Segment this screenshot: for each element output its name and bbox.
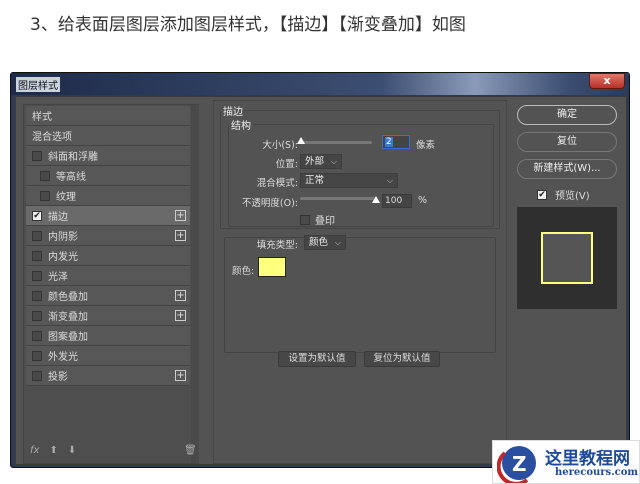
dialog-title: 图层样式 [16, 77, 60, 92]
check-icon[interactable]: ✔ [32, 210, 42, 221]
style-item-label: 样式 [32, 112, 52, 123]
close-button[interactable]: x [589, 73, 625, 89]
logo-url: herecours.com [555, 467, 639, 478]
move-up-icon[interactable]: ⬆ [49, 445, 57, 456]
position-select[interactable]: 外部 ⌵ [300, 154, 342, 169]
opacity-slider-thumb[interactable] [372, 196, 380, 203]
checkbox[interactable] [300, 214, 310, 225]
style-item-label: 斜面和浮雕 [48, 152, 98, 163]
style-item-label: 描边 [48, 212, 68, 223]
checkbox[interactable] [32, 290, 42, 301]
style-item[interactable]: 投影 + [26, 366, 190, 386]
scrollbar[interactable] [191, 105, 199, 463]
overprint-checkbox[interactable]: 叠印 [300, 212, 335, 227]
stroke-settings: 描边 结构 大小(S): 2 像素 位置: 外部 ⌵ 混合模式: 正常 ⌵ 不透明度… [213, 100, 507, 464]
style-item-label: 渐变叠加 [48, 312, 88, 323]
blend-mode-select[interactable]: 正常 ⌵ [300, 173, 398, 188]
style-item[interactable]: 样式 [26, 106, 190, 126]
reset-default-button[interactable]: 复位为默认值 [364, 351, 440, 367]
style-item[interactable]: 渐变叠加 + [26, 306, 190, 326]
color-label: 颜色: [232, 266, 255, 277]
style-item-label: 外发光 [48, 352, 78, 363]
size-slider-thumb[interactable] [296, 137, 305, 144]
ok-button[interactable]: 确定 [517, 105, 617, 125]
style-item-label: 投影 [48, 372, 68, 383]
style-item[interactable]: 斜面和浮雕 [26, 146, 190, 166]
add-icon[interactable]: + [175, 210, 186, 221]
style-item[interactable]: 内阴影 + [26, 226, 190, 246]
opacity-unit: % [418, 195, 428, 206]
style-item-label: 图案叠加 [48, 332, 88, 343]
style-item-label: 等高线 [56, 172, 86, 183]
checkbox[interactable] [32, 310, 42, 321]
fill-group [224, 237, 496, 353]
style-item[interactable]: ✔ 描边 + [26, 206, 190, 226]
style-item[interactable]: 外发光 [26, 346, 190, 366]
style-item-label: 内发光 [48, 252, 78, 263]
style-item-label: 光泽 [48, 272, 68, 283]
color-swatch[interactable] [258, 257, 286, 277]
fx-icon[interactable]: fx [30, 445, 39, 456]
add-icon[interactable]: + [175, 230, 186, 241]
style-item[interactable]: 颜色叠加 + [26, 286, 190, 306]
checkbox[interactable] [32, 250, 42, 261]
position-label: 位置: [275, 159, 298, 170]
opacity-slider[interactable] [300, 197, 376, 200]
move-down-icon[interactable]: ⬇ [68, 445, 76, 456]
structure-legend: 结构 [231, 121, 251, 132]
style-item[interactable]: 光泽 [26, 266, 190, 286]
size-label: 大小(S): [262, 140, 298, 151]
fill-type-label: 填充类型: [256, 240, 298, 251]
add-icon[interactable]: + [175, 370, 186, 381]
watermark-logo: Z 这里教程网 herecours.com [492, 440, 640, 484]
checkbox[interactable] [40, 170, 50, 181]
caption: 3、给表面层图层添加图层样式，【描边】【渐变叠加】如图 [30, 15, 466, 35]
add-icon[interactable]: + [175, 310, 186, 321]
checkbox[interactable] [32, 370, 42, 381]
stroke-legend: 描边 [223, 107, 243, 118]
style-item[interactable]: 内发光 [26, 246, 190, 266]
style-item[interactable]: 等高线 [26, 166, 190, 186]
logo-icon: Z [497, 446, 536, 483]
checkbox[interactable] [32, 350, 42, 361]
checkbox[interactable] [32, 330, 42, 341]
check-icon[interactable]: ✔ [537, 189, 547, 200]
style-item[interactable]: 图案叠加 [26, 326, 190, 346]
layer-style-dialog: 图层样式 x 样式混合选项斜面和浮雕等高线纹理 ✔ 描边 + 内阴影 + 内发光光泽颜色叠加… [10, 72, 630, 468]
fill-type-select[interactable]: 颜色 ⌵ [304, 235, 346, 250]
dialog-body: 样式混合选项斜面和浮雕等高线纹理 ✔ 描边 + 内阴影 + 内发光光泽颜色叠加 + 渐变叠加 + 图… [15, 96, 627, 465]
preview-checkbox[interactable]: ✔ 预览(V) [537, 187, 590, 202]
preview-square [541, 232, 593, 284]
style-item-label: 纹理 [56, 192, 76, 203]
reset-button[interactable]: 复位 [517, 132, 617, 152]
trash-icon[interactable]: 🗑 [184, 445, 197, 456]
title-bar[interactable]: 图层样式 x [11, 73, 629, 95]
set-default-button[interactable]: 设置为默认值 [278, 351, 356, 367]
checkbox[interactable] [32, 230, 42, 241]
style-list: 样式混合选项斜面和浮雕等高线纹理 ✔ 描边 + 内阴影 + 内发光光泽颜色叠加 + 渐变叠加 + 图… [23, 104, 199, 464]
svg-text:Z: Z [512, 452, 527, 476]
structure-group: 结构 [228, 117, 494, 227]
size-input[interactable]: 2 [382, 135, 410, 149]
style-item-label: 颜色叠加 [48, 292, 88, 303]
opacity-label: 不透明度(O): [241, 198, 298, 209]
blend-mode-label: 混合模式: [256, 178, 298, 189]
size-slider[interactable] [300, 141, 372, 144]
checkbox[interactable] [40, 190, 50, 201]
opacity-input[interactable]: 100 [382, 194, 412, 208]
checkbox[interactable] [32, 150, 42, 161]
style-item[interactable]: 纹理 [26, 186, 190, 206]
style-item[interactable]: 混合选项 [26, 126, 190, 146]
logo-name: 这里教程网 [545, 449, 630, 469]
preview-thumbnail [517, 207, 617, 309]
style-item-label: 内阴影 [48, 232, 78, 243]
checkbox[interactable] [32, 270, 42, 281]
new-style-button[interactable]: 新建样式(W)... [517, 159, 617, 179]
add-icon[interactable]: + [175, 290, 186, 301]
size-unit: 像素 [416, 140, 436, 151]
style-item-label: 混合选项 [32, 132, 72, 143]
